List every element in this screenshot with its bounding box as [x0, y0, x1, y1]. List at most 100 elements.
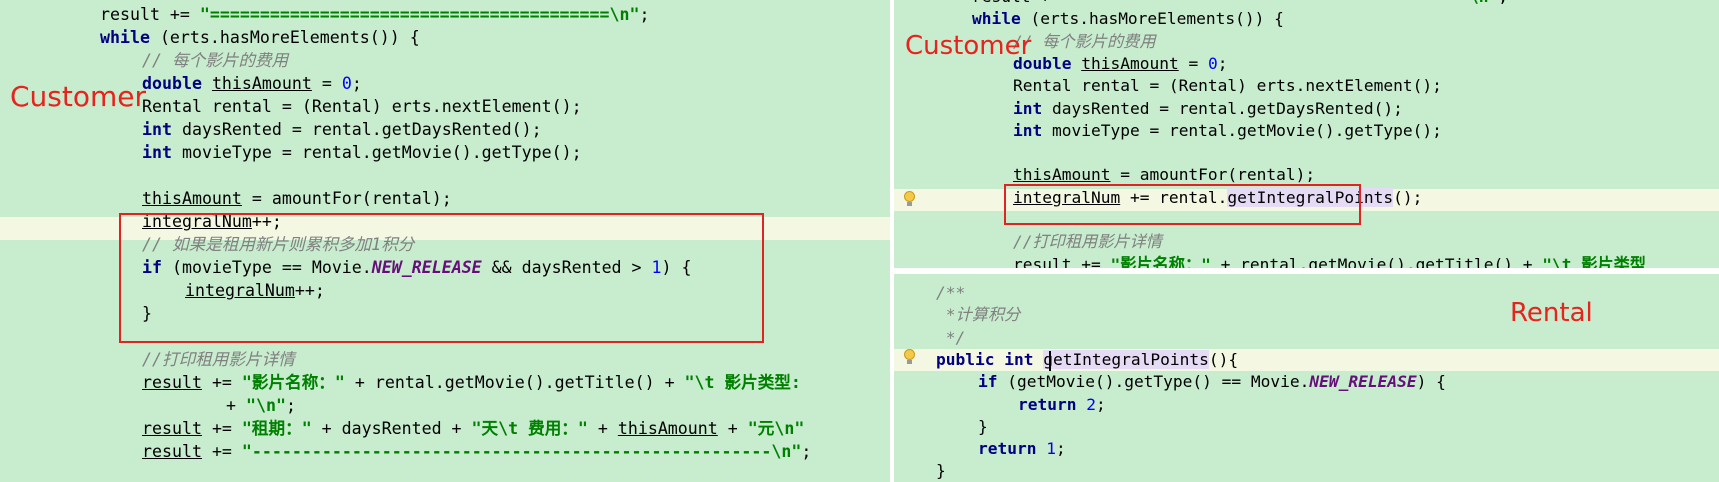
red-highlight-box: [1004, 184, 1361, 225]
code-line[interactable]: //打印租用影片详情: [1013, 231, 1162, 254]
code-token: int: [1013, 98, 1043, 118]
code-token: (erts.hasMoreElements()) {: [149, 28, 420, 47]
code-token: public int: [936, 349, 1044, 369]
code-token: result +=: [100, 5, 200, 24]
customer-annotation-label: Customer: [905, 31, 1032, 61]
code-token: +: [587, 419, 618, 438]
lightbulb-icon[interactable]: [903, 191, 916, 207]
code-line[interactable]: while (erts.hasMoreElements()) {: [972, 8, 1284, 31]
code-line[interactable]: double thisAmount = 0;: [1013, 53, 1227, 76]
code-line[interactable]: public int getIntegralPoints(){: [936, 349, 1238, 372]
code-token: "\n": [245, 396, 286, 415]
code-line[interactable]: //打印租用影片详情: [142, 348, 295, 371]
code-token: Rental rental = (Rental) erts.nextElemen…: [1013, 76, 1442, 96]
code-line[interactable]: /**: [936, 282, 965, 305]
code-line[interactable]: int daysRented = rental.getDaysRented();: [1013, 98, 1403, 121]
right-bottom-editor-pane[interactable]: /** *计算积分 */public int getIntegralPoints…: [894, 274, 1719, 482]
code-token: ) {: [1416, 372, 1446, 392]
code-token: while: [972, 9, 1021, 29]
code-line[interactable]: }: [978, 416, 988, 439]
code-token: }: [978, 416, 988, 436]
code-line[interactable]: result += "=============================…: [972, 0, 1508, 9]
code-line[interactable]: double thisAmount = 0;: [142, 72, 362, 95]
code-token: daysRented = rental.getDaysRented();: [171, 120, 542, 139]
code-line[interactable]: while (erts.hasMoreElements()) {: [100, 26, 420, 49]
code-token: thisAmount: [1013, 165, 1111, 185]
code-line[interactable]: result += "=============================…: [100, 3, 649, 26]
code-token: thisAmount: [617, 419, 718, 438]
code-token: + rental.getMovie().getTitle() +: [1210, 254, 1543, 268]
code-token: movieType = rental.getMovie().getType();: [1042, 120, 1442, 140]
code-token: thisAmount: [211, 74, 312, 93]
code-line[interactable]: result += "-----------------------------…: [142, 440, 811, 463]
code-token: (erts.hasMoreElements()) {: [1020, 9, 1284, 29]
code-line[interactable]: }: [936, 460, 946, 482]
code-token: }: [936, 461, 946, 481]
code-token: while: [100, 28, 150, 47]
code-token: +: [717, 419, 748, 438]
code-token: +: [226, 396, 246, 415]
code-token: "影片名称：": [241, 373, 345, 392]
code-token: ();: [1393, 187, 1423, 207]
rental-annotation-label: Rental: [1510, 298, 1593, 328]
code-line[interactable]: Rental rental = (Rental) erts.nextElemen…: [1013, 75, 1442, 98]
code-token: (){: [1208, 349, 1239, 369]
code-line[interactable]: return 2;: [1018, 394, 1106, 417]
code-line[interactable]: if (getMovie().getType() == Movie.NEW_RE…: [978, 371, 1446, 394]
code-token: 0: [341, 74, 352, 93]
code-line[interactable]: int daysRented = rental.getDaysRented();: [142, 118, 542, 141]
code-token: int: [142, 143, 172, 162]
code-token: "元\n": [747, 419, 805, 438]
code-token: */: [936, 327, 966, 347]
code-line[interactable]: result += "影片名称：" + rental.getMovie().ge…: [142, 371, 801, 394]
code-token: /**: [936, 283, 966, 302]
code-token: "租期：": [241, 419, 312, 438]
code-token: ;: [285, 396, 296, 415]
code-token: movieType = rental.getMovie().getType();: [171, 143, 582, 162]
code-line[interactable]: thisAmount = amountFor(rental);: [142, 187, 452, 210]
code-token: NEW_RELEASE: [1309, 372, 1417, 392]
code-token: thisAmount: [142, 189, 242, 208]
code-token: ;: [1095, 394, 1106, 414]
code-token: *计算积分: [936, 305, 1021, 325]
code-line[interactable]: result += "租期：" + daysRented + "天\t 费用："…: [142, 417, 804, 440]
code-token: = amountFor(rental);: [241, 189, 452, 208]
code-line[interactable]: *计算积分: [936, 304, 1021, 327]
code-token: 0: [1207, 53, 1218, 73]
code-line[interactable]: // 每个影片的费用: [142, 49, 288, 72]
code-line[interactable]: Rental rental = (Rental) erts.nextElemen…: [142, 95, 582, 118]
lightbulb-icon[interactable]: [903, 349, 916, 365]
left-editor-pane[interactable]: result += "=============================…: [0, 0, 890, 482]
code-token: + rental.getMovie().getTitle() +: [344, 373, 685, 392]
code-token: ;: [351, 74, 362, 93]
code-line[interactable]: int movieType = rental.getMovie().getTyp…: [142, 141, 582, 164]
code-token: =: [1178, 53, 1208, 73]
code-line[interactable]: result += "影片名称：" + rental.getMovie().ge…: [1013, 254, 1646, 268]
code-token: // 每个影片的费用: [142, 51, 289, 70]
code-token: =: [311, 74, 342, 93]
code-token: result +=: [972, 0, 1069, 6]
code-token: // 每个影片的费用: [1013, 31, 1156, 51]
code-token: //打印租用影片详情: [142, 350, 295, 369]
code-line[interactable]: */: [936, 327, 966, 350]
code-token: 1: [1046, 439, 1056, 459]
code-token: thisAmount: [1081, 53, 1179, 73]
code-token: "=======================================…: [199, 5, 640, 24]
code-token: ;: [1498, 0, 1508, 6]
code-line[interactable]: + "\n";: [226, 394, 296, 417]
code-token: "---------------------------------------…: [241, 442, 802, 461]
code-token: +=: [201, 373, 242, 392]
right-top-editor-pane[interactable]: result += "=============================…: [894, 0, 1719, 268]
code-token: getIntegralPoints: [1043, 349, 1209, 369]
code-token: double: [142, 74, 212, 93]
code-line[interactable]: return 1;: [978, 438, 1066, 461]
code-line[interactable]: int movieType = rental.getMovie().getTyp…: [1013, 120, 1442, 143]
code-token: (getMovie().getType() == Movie.: [997, 372, 1310, 392]
code-token: ;: [1217, 53, 1228, 73]
code-token: return: [1018, 394, 1087, 414]
code-line[interactable]: // 每个影片的费用: [1013, 31, 1156, 54]
code-token: "=======================================…: [1069, 0, 1498, 6]
code-token: 2: [1086, 394, 1096, 414]
code-token: ;: [801, 442, 812, 461]
code-token: "\t 影片类型: [1542, 254, 1646, 268]
